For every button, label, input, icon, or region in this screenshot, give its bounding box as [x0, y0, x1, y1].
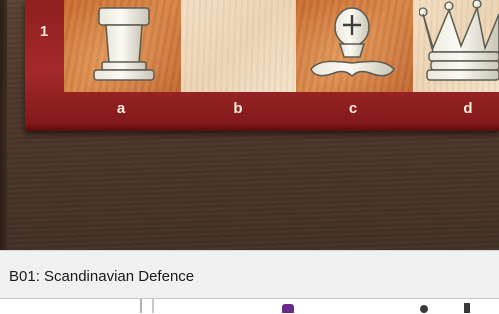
white-rook-icon[interactable]: [86, 5, 162, 85]
pane-divider[interactable]: [140, 299, 142, 313]
file-label-a: a: [116, 100, 126, 117]
piece-icon-2: [420, 305, 428, 313]
file-label-d: d: [463, 100, 473, 117]
pane-divider-2: [152, 299, 154, 313]
rank-label-1: 1: [39, 23, 49, 40]
file-label-c: c: [348, 100, 358, 117]
white-queen-icon[interactable]: [419, 0, 499, 90]
piece-icon-3: [464, 303, 470, 313]
piece-icon: [282, 304, 294, 313]
window-edge: [0, 0, 7, 250]
square-b1[interactable]: [181, 0, 296, 92]
file-label-b: b: [233, 100, 243, 117]
white-bishop-icon[interactable]: [306, 5, 400, 87]
opening-name: B01: Scandinavian Defence: [9, 268, 195, 285]
board-frame-shadow: [25, 125, 499, 131]
